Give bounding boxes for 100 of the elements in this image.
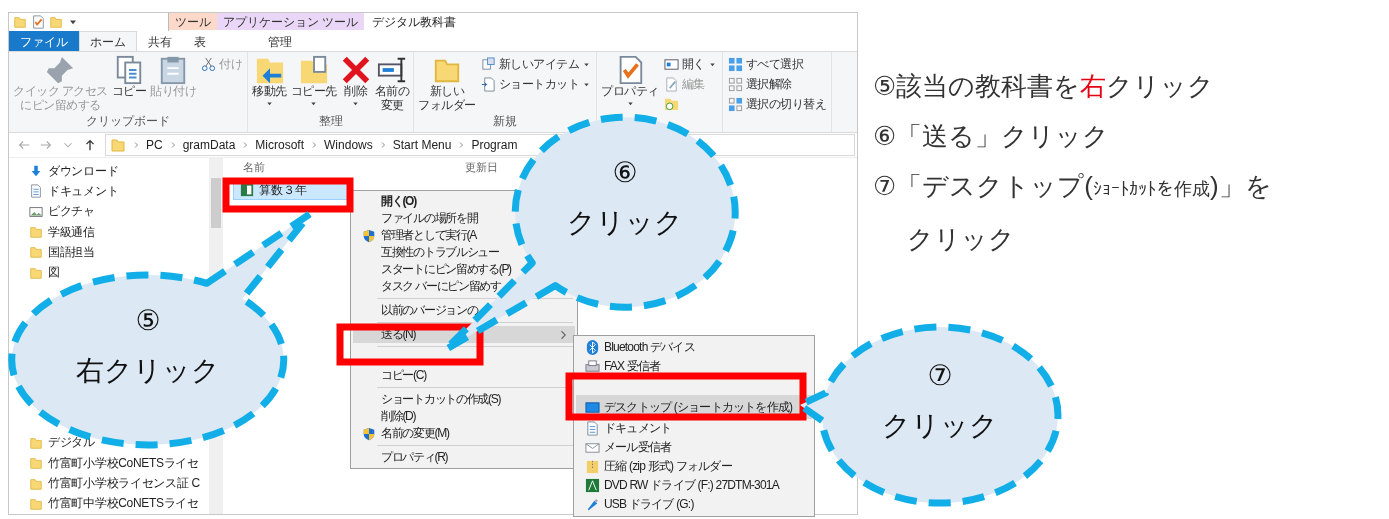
- menu-item[interactable]: 以前のバージョンの: [353, 302, 478, 319]
- folder-icon: [49, 15, 63, 29]
- grid-icon: [727, 97, 743, 112]
- menu-item[interactable]: ショートカットの作成(S): [353, 391, 501, 408]
- ribbon-button[interactable]: ショートカット: [478, 75, 594, 94]
- desktop-icon: [584, 399, 600, 415]
- up-arrow-icon[interactable]: [83, 137, 97, 152]
- folder-icon: [110, 136, 126, 153]
- edit-icon: [663, 77, 679, 92]
- breadcrumb[interactable]: Windows: [324, 137, 373, 152]
- column-header[interactable]: 名前: [243, 160, 265, 176]
- grid-icon: [727, 57, 743, 72]
- ribbon-button[interactable]: 選択解除: [725, 75, 794, 94]
- folder-icon: [29, 456, 43, 471]
- nav-item[interactable]: デジタル: [29, 432, 95, 454]
- checkmark-document-icon: [31, 15, 45, 29]
- instruction-text: ⑤該当の教科書を右クリック: [873, 70, 1215, 103]
- ribbon-button[interactable]: プロパティ: [600, 55, 660, 108]
- callout-label: 右クリック: [76, 355, 220, 386]
- ribbon-tab[interactable]: 管理: [227, 31, 333, 51]
- rename-icon: [377, 55, 408, 85]
- nav-item[interactable]: 国語担当: [29, 242, 95, 263]
- download-icon: [29, 164, 43, 179]
- folder-icon: [29, 265, 43, 280]
- mail-icon: [584, 440, 600, 455]
- menu-item[interactable]: 名前の変更(M): [353, 425, 449, 442]
- callout-number: ⑤: [135, 305, 161, 336]
- group-label: 新規: [492, 112, 519, 130]
- menu-item[interactable]: タスク バーにピン留めす: [353, 278, 501, 295]
- window-icon: [663, 57, 679, 72]
- ribbon-button[interactable]: 新しいアイテム: [478, 55, 594, 74]
- ribbon-tab[interactable]: ファイル: [9, 31, 79, 51]
- breadcrumb[interactable]: Program: [471, 137, 518, 152]
- nav-item[interactable]: 学級通信: [29, 221, 95, 243]
- picture-icon: [29, 204, 43, 219]
- nav-item[interactable]: ピクチャ: [29, 201, 95, 222]
- instruction-text: クリック: [906, 223, 1015, 256]
- group-label: 整理: [317, 112, 344, 130]
- instruction-text: ⑥「送る」クリック: [873, 120, 1110, 153]
- ribbon-button[interactable]: 移動先: [251, 55, 288, 108]
- ribbon-button[interactable]: コピー: [110, 55, 148, 99]
- menu-item[interactable]: 互換性のトラブルシュー: [353, 244, 499, 261]
- menu-item[interactable]: コピー(C): [353, 367, 426, 384]
- folder-icon: [29, 245, 43, 260]
- nav-item[interactable]: ドキュメント: [29, 181, 119, 202]
- group-label: クリップボード: [85, 112, 172, 130]
- empty-grid-icon: [727, 77, 743, 92]
- menu-item[interactable]: 圧縮 (zip 形式) フォルダー: [576, 457, 732, 476]
- fax-icon: [584, 359, 600, 374]
- document-icon: [29, 184, 43, 199]
- menu-item[interactable]: DVD RW ドライブ (F:) 27DTM-301A: [576, 476, 779, 495]
- column-header[interactable]: 更新日: [465, 160, 498, 176]
- ribbon-tab[interactable]: 共有: [137, 31, 183, 51]
- ribbon-tab[interactable]: ホーム: [79, 31, 137, 51]
- callout-label: クリック: [567, 207, 683, 238]
- ribbon-button[interactable]: 削除: [339, 55, 372, 108]
- ribbon-button[interactable]: コピー先: [289, 55, 338, 108]
- context-tab-header: アプリケーション ツール: [217, 13, 365, 30]
- chevron-icon: [457, 140, 466, 149]
- menu-item[interactable]: 開く(O): [353, 193, 416, 210]
- scrollbar-thumb[interactable]: [211, 178, 221, 229]
- shortcut-icon: [480, 77, 496, 92]
- nav-item[interactable]: ダウンロード: [29, 161, 119, 182]
- ribbon-button[interactable]: 名前の 変更: [373, 55, 411, 113]
- app-icon: [240, 183, 254, 198]
- breadcrumb[interactable]: Start Menu: [392, 137, 452, 152]
- document-icon: [584, 421, 600, 436]
- chevron-icon: [241, 140, 250, 149]
- chevron-icon: [310, 140, 319, 149]
- menu-item[interactable]: メール受信者: [576, 438, 672, 457]
- menu-item[interactable]: ファイルの場所を開: [353, 210, 478, 227]
- ribbon-tab[interactable]: 表: [183, 31, 217, 51]
- menu-item[interactable]: Bluetooth デバイス: [576, 338, 695, 357]
- menu-item[interactable]: プロパティ(R): [353, 449, 448, 466]
- ribbon-button[interactable]: 選択の切り替え: [725, 95, 829, 114]
- menu-item[interactable]: スタートにピン留めする(P): [353, 261, 511, 278]
- folder-copy-icon: [298, 55, 329, 85]
- context-tab-header: ツール: [169, 13, 217, 30]
- callout-number: ⑦: [927, 360, 953, 391]
- ribbon-button[interactable]: すべて選択: [725, 55, 806, 74]
- nav-item[interactable]: 竹富町小学校CoNETSライセ: [29, 453, 199, 474]
- menu-item[interactable]: ドキュメント: [576, 419, 672, 438]
- zip-folder-icon: [584, 459, 600, 474]
- menu-item[interactable]: USB ドライブ (G:): [576, 495, 694, 514]
- chevron-icon: [132, 140, 140, 149]
- folder-icon: [29, 476, 43, 491]
- breadcrumb[interactable]: gramData: [182, 137, 236, 152]
- breadcrumb[interactable]: PC: [146, 137, 163, 152]
- nav-item[interactable]: 竹富町小学校ライセンス証 C: [29, 473, 200, 494]
- menu-item[interactable]: FAX 受信者: [576, 357, 661, 376]
- ribbon-button[interactable]: 開く: [661, 55, 719, 74]
- new-item-icon: [480, 57, 496, 72]
- nav-item[interactable]: 図: [29, 262, 60, 283]
- scissors-icon: [201, 57, 217, 72]
- bluetooth-icon: [584, 340, 600, 355]
- nav-item[interactable]: 竹富町中学校CoNETSライセ: [29, 493, 199, 514]
- ribbon-button[interactable]: 新しい フォルダー: [417, 55, 477, 113]
- breadcrumb[interactable]: Microsoft: [255, 137, 305, 152]
- menu-item[interactable]: 管理者として実行(A: [353, 227, 476, 244]
- menu-item[interactable]: 削除(D): [353, 408, 416, 425]
